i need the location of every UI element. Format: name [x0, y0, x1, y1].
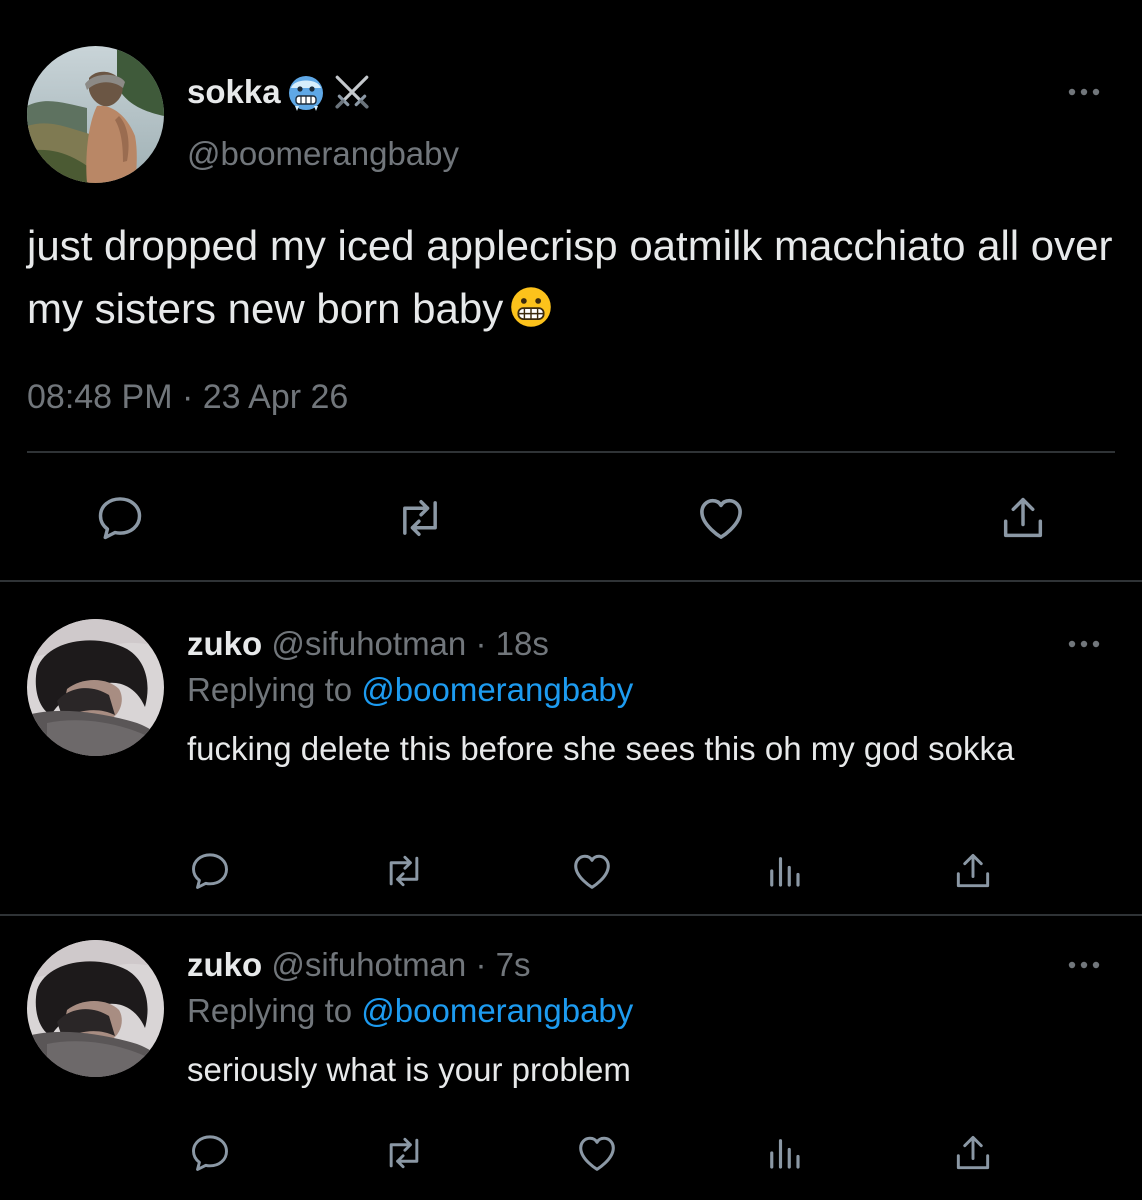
- like-button[interactable]: [568, 847, 616, 895]
- tweet-date[interactable]: 23 Apr 26: [203, 378, 349, 416]
- like-icon: [574, 1130, 620, 1176]
- grimacing-face-emoji-icon: [509, 283, 553, 327]
- replying-prefix: Replying to: [187, 671, 353, 708]
- reply-button[interactable]: [186, 847, 234, 895]
- reply-icon: [188, 1131, 232, 1175]
- reply-icon: [94, 492, 146, 544]
- tweet-text: just dropped my iced applecrisp oatmilk …: [27, 214, 1117, 340]
- replying-prefix: Replying to: [187, 992, 353, 1029]
- reply-text: fucking delete this before she sees this…: [187, 730, 1015, 767]
- like-button[interactable]: [693, 490, 749, 546]
- retweet-button[interactable]: [392, 490, 448, 546]
- avatar[interactable]: [27, 940, 164, 1077]
- reply-tweet[interactable]: zuko @sifuhotman · 18s Replying to @boom…: [0, 582, 1142, 916]
- reply-time[interactable]: · 7s: [475, 946, 530, 983]
- analytics-button[interactable]: [760, 1129, 808, 1177]
- reply-tweet[interactable]: zuko @sifuhotman · 7s Replying to @boome…: [0, 916, 1142, 1200]
- avatar[interactable]: [27, 46, 164, 183]
- crossed-swords-icon: [333, 73, 371, 111]
- replying-to: Replying to @boomerangbaby: [187, 992, 633, 1030]
- reply-icon: [188, 849, 232, 893]
- replying-to: Replying to @boomerangbaby: [187, 671, 633, 709]
- reply-button[interactable]: [92, 490, 148, 546]
- retweet-button[interactable]: [380, 1129, 428, 1177]
- share-icon: [951, 849, 995, 893]
- like-button[interactable]: [573, 1129, 621, 1177]
- like-icon: [569, 848, 615, 894]
- display-name[interactable]: zuko: [187, 625, 262, 662]
- more-icon[interactable]: [1064, 955, 1104, 975]
- share-button[interactable]: [995, 490, 1051, 546]
- main-tweet: sokka @boomerangbaby just dropped my ice…: [0, 0, 1142, 582]
- timestamp-separator: ·: [181, 378, 194, 416]
- like-icon: [694, 491, 748, 545]
- display-name-text[interactable]: sokka: [187, 73, 281, 111]
- display-name[interactable]: sokka: [187, 72, 371, 112]
- tweet-time[interactable]: 08:48 PM: [27, 378, 173, 416]
- reply-header: zuko @sifuhotman · 18s: [187, 625, 549, 663]
- reply-text: seriously what is your problem: [187, 1051, 631, 1088]
- divider: [27, 451, 1115, 453]
- more-icon[interactable]: [1064, 634, 1104, 654]
- retweet-icon: [382, 1131, 426, 1175]
- analytics-icon: [763, 850, 805, 892]
- handle[interactable]: @sifuhotman: [271, 946, 466, 983]
- retweet-button[interactable]: [380, 847, 428, 895]
- tweet-text-content: just dropped my iced applecrisp oatmilk …: [27, 222, 1113, 332]
- more-icon[interactable]: [1064, 82, 1104, 102]
- mention-link[interactable]: @boomerangbaby: [361, 992, 633, 1029]
- share-button[interactable]: [949, 1129, 997, 1177]
- analytics-button[interactable]: [760, 847, 808, 895]
- handle[interactable]: @boomerangbaby: [187, 135, 459, 173]
- reply-time[interactable]: · 18s: [475, 625, 548, 662]
- share-icon: [997, 492, 1049, 544]
- analytics-icon: [763, 1132, 805, 1174]
- timestamp[interactable]: 08:48 PM · 23 Apr 26: [27, 378, 348, 417]
- display-name[interactable]: zuko: [187, 946, 262, 983]
- share-button[interactable]: [949, 847, 997, 895]
- reply-header: zuko @sifuhotman · 7s: [187, 946, 530, 984]
- avatar[interactable]: [27, 619, 164, 756]
- share-icon: [951, 1131, 995, 1175]
- handle[interactable]: @sifuhotman: [271, 625, 466, 662]
- retweet-icon: [394, 492, 446, 544]
- mention-link[interactable]: @boomerangbaby: [361, 671, 633, 708]
- retweet-icon: [382, 849, 426, 893]
- reply-button[interactable]: [186, 1129, 234, 1177]
- cold-face-emoji-icon: [285, 72, 327, 112]
